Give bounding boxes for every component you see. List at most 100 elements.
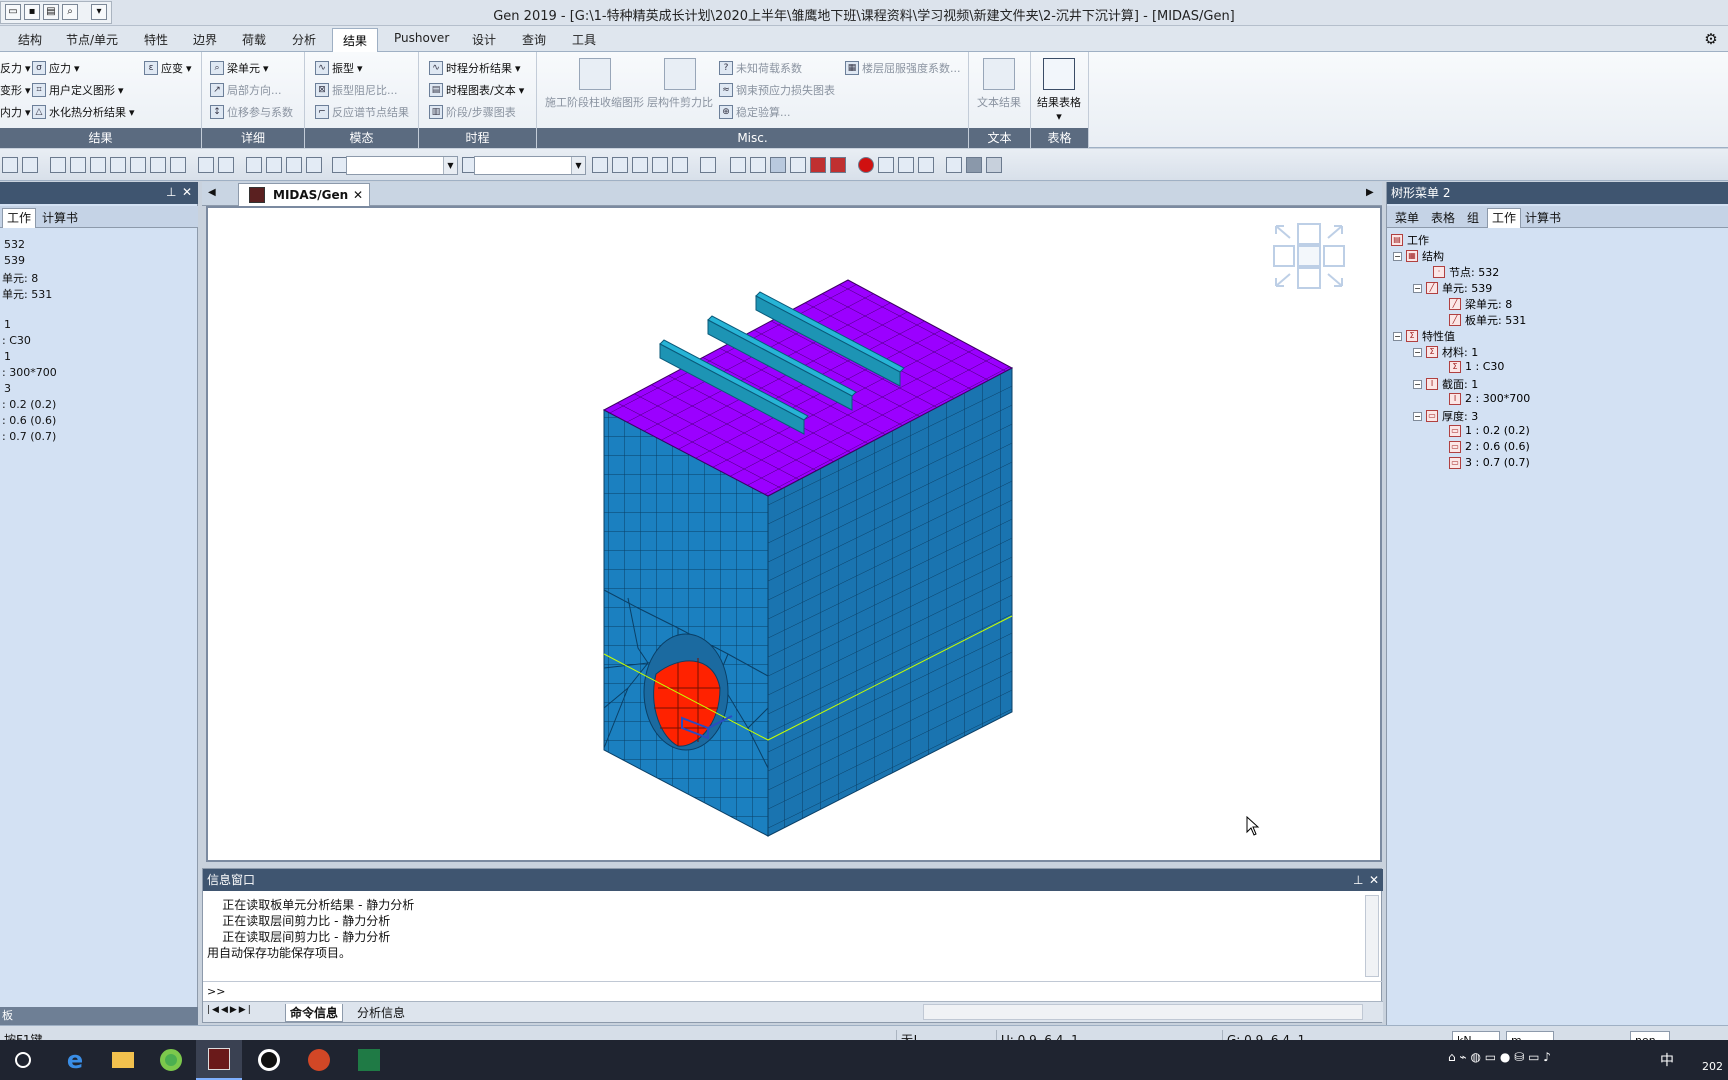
strain-button[interactable]: ε 应变 ▾ bbox=[144, 60, 192, 76]
tree-thickness-3[interactable]: ▭ 3 : 0.7 (0.7) bbox=[1449, 456, 1530, 469]
chrome-icon[interactable] bbox=[148, 1040, 194, 1080]
clock[interactable]: 202 bbox=[1702, 1060, 1723, 1073]
collapse-icon[interactable]: − bbox=[1413, 347, 1422, 357]
hidden-icon[interactable] bbox=[700, 157, 716, 173]
activate-icon[interactable] bbox=[246, 157, 262, 173]
record-icon[interactable] bbox=[246, 1040, 292, 1080]
tab-design[interactable]: 设计 bbox=[468, 30, 500, 49]
tree-item[interactable]: 539 bbox=[4, 254, 25, 267]
heat-hydration-button[interactable]: △ 水化热分析结果 ▾ bbox=[32, 104, 135, 120]
tab-tools[interactable]: 工具 bbox=[568, 30, 600, 49]
tree-beam-elements[interactable]: ╱ 梁单元: 8 bbox=[1449, 296, 1512, 312]
collapse-icon[interactable]: − bbox=[1413, 379, 1422, 389]
tab-report[interactable]: 计算书 bbox=[1521, 209, 1565, 226]
tab-analysis[interactable]: 分析 bbox=[288, 30, 320, 49]
cortana-icon[interactable] bbox=[0, 1040, 46, 1080]
plate-label-icon[interactable] bbox=[918, 157, 934, 173]
tab-work[interactable]: 工作 bbox=[2, 208, 37, 228]
tab-work[interactable]: 工作 bbox=[1487, 208, 1522, 228]
tab-scroll-left-icon[interactable]: ◀ bbox=[208, 187, 216, 198]
unselect-icon[interactable] bbox=[198, 157, 214, 173]
select-plane-icon[interactable] bbox=[130, 157, 146, 173]
edge-icon[interactable]: e bbox=[52, 1040, 98, 1080]
activate-all-icon[interactable] bbox=[286, 157, 302, 173]
tree-material-c30[interactable]: Σ1 : C30 bbox=[1449, 360, 1504, 373]
displacement-factor-button[interactable]: ↕ 位移参与系数 bbox=[210, 104, 293, 120]
tree-thickness-2[interactable]: ▭ 2 : 0.6 (0.6) bbox=[1449, 440, 1530, 453]
tab-load[interactable]: 荷载 bbox=[238, 30, 270, 49]
view-cube[interactable] bbox=[1273, 223, 1345, 289]
powerpoint-icon[interactable] bbox=[296, 1040, 342, 1080]
tree-plate-elements[interactable]: ╱ 板单元: 531 bbox=[1449, 312, 1526, 328]
doc-tab-midas[interactable]: MIDAS/Gen ✕ bbox=[238, 183, 370, 206]
tree-item[interactable]: 1 bbox=[4, 318, 11, 331]
render-option-icon[interactable] bbox=[830, 157, 846, 173]
perspective-icon[interactable] bbox=[790, 157, 806, 173]
shrink-icon[interactable] bbox=[770, 157, 786, 173]
tree-properties[interactable]: − Σ 特性值 bbox=[1393, 328, 1455, 344]
ime-indicator[interactable]: 中 bbox=[1660, 1050, 1674, 1070]
force-button[interactable]: 内力 ▾ bbox=[0, 104, 31, 120]
close-icon[interactable]: ✕ bbox=[353, 188, 363, 202]
tree-item[interactable]: : 0.2 (0.2) bbox=[2, 398, 56, 411]
select-single-icon[interactable] bbox=[50, 157, 66, 173]
time-graph-text-button[interactable]: ▤ 时程图表/文本 ▾ bbox=[429, 82, 524, 98]
text-result-button[interactable]: 文本结果 bbox=[977, 58, 1021, 110]
stress-button[interactable]: σ 应力 ▾ bbox=[32, 60, 80, 76]
tree-item[interactable]: 单元: 531 bbox=[2, 286, 52, 302]
model-viewport[interactable] bbox=[206, 206, 1382, 862]
spectrum-node-result-button[interactable]: ⌐ 反应谱节点结果 bbox=[315, 104, 409, 120]
node-select-icon[interactable] bbox=[2, 157, 18, 173]
local-direction-button[interactable]: ↗ 局部方向... bbox=[210, 82, 282, 98]
close-icon[interactable]: ✕ bbox=[1369, 869, 1379, 891]
tray-icons[interactable]: ⌂ ⌁ ◍ ▭ ● ⛁ ▭ ♪ bbox=[1448, 1050, 1551, 1064]
beam-element-button[interactable]: ⌕ 梁单元 ▾ bbox=[210, 60, 269, 76]
zoom-window-icon[interactable] bbox=[612, 157, 628, 173]
story-shear-ratio-button[interactable]: 层构件剪力比 bbox=[647, 58, 713, 110]
select-intersect-icon[interactable] bbox=[110, 157, 126, 173]
tab-report[interactable]: 计算书 bbox=[38, 209, 82, 226]
tree-elements[interactable]: − ╱ 单元: 539 bbox=[1413, 280, 1492, 296]
log-scrollbar[interactable] bbox=[1365, 895, 1379, 977]
tree-item[interactable]: 1 bbox=[4, 350, 11, 363]
excel-icon[interactable] bbox=[346, 1040, 392, 1080]
tree-materials[interactable]: − Σ 材料: 1 bbox=[1413, 344, 1478, 360]
activate-by-combo[interactable]: ▼ bbox=[474, 156, 586, 175]
unknown-load-factor-button[interactable]: ? 未知荷载系数 bbox=[719, 60, 802, 76]
tab-boundary[interactable]: 边界 bbox=[189, 30, 221, 49]
tree-item[interactable]: : C30 bbox=[2, 334, 31, 347]
stage-step-graph-button[interactable]: ▥ 阶段/步骤图表 bbox=[429, 104, 516, 120]
collapse-icon[interactable]: − bbox=[1393, 331, 1402, 341]
tab-table[interactable]: 表格 bbox=[1427, 209, 1459, 226]
tree-item[interactable]: 单元: 8 bbox=[2, 270, 38, 286]
node-number-icon[interactable] bbox=[858, 157, 874, 173]
select-previous-icon[interactable] bbox=[218, 157, 234, 173]
command-input[interactable]: >> bbox=[203, 981, 1383, 1001]
tab-command-info[interactable]: 命令信息 bbox=[285, 1004, 344, 1022]
tab-query[interactable]: 查询 bbox=[518, 30, 550, 49]
tab-pushover[interactable]: Pushover bbox=[390, 30, 453, 46]
tree-nodes[interactable]: · 节点: 532 bbox=[1433, 264, 1499, 280]
tab-structure[interactable]: 结构 bbox=[14, 30, 46, 49]
deformation-button[interactable]: 变形 ▾ bbox=[0, 82, 31, 98]
tree-item[interactable]: : 0.6 (0.6) bbox=[2, 414, 56, 427]
collapse-icon[interactable]: − bbox=[1413, 411, 1422, 421]
tab-node-element[interactable]: 节点/单元 bbox=[62, 30, 122, 49]
zoom-in-icon[interactable] bbox=[652, 157, 668, 173]
zoom-fit-icon[interactable] bbox=[592, 157, 608, 173]
stability-check-button[interactable]: ⊕ 稳定验算... bbox=[719, 104, 791, 120]
user-defined-graph-button[interactable]: ⌗ 用户定义图形 ▾ bbox=[32, 82, 124, 98]
tree-thickness[interactable]: − ▭ 厚度: 3 bbox=[1413, 408, 1478, 424]
element-select-icon[interactable] bbox=[22, 157, 38, 173]
column-shortening-button[interactable]: 施工阶段柱收缩图形 bbox=[545, 58, 644, 110]
midas-gen-taskbar-icon[interactable] bbox=[196, 1040, 242, 1080]
select-polygon-icon[interactable] bbox=[90, 157, 106, 173]
render-icon[interactable] bbox=[810, 157, 826, 173]
pin-icon[interactable]: ⊥ bbox=[1353, 869, 1363, 891]
element-number-icon[interactable] bbox=[878, 157, 894, 173]
tree-item[interactable]: : 300*700 bbox=[2, 366, 57, 379]
tree-root-work[interactable]: ▤ 工作 bbox=[1391, 232, 1429, 248]
activate-previous-icon[interactable] bbox=[306, 157, 322, 173]
lock-icon[interactable] bbox=[966, 157, 982, 173]
tab-results[interactable]: 结果 bbox=[332, 28, 379, 52]
